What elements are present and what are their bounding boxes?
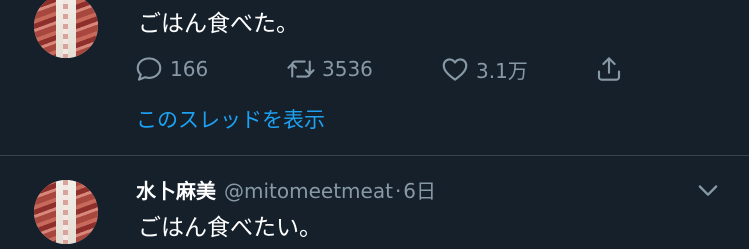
retweet-count: 3536	[322, 57, 373, 81]
separator-dot: ·	[394, 179, 402, 203]
timeline: ごはん食べた。 166 3536 3.1万 このスレッドを表示 水卜麻美 @mi…	[0, 0, 749, 249]
reply-icon	[136, 57, 162, 81]
like-count: 3.1万	[476, 58, 528, 83]
chevron-down-icon[interactable]	[694, 176, 722, 204]
reply-count: 166	[170, 57, 209, 81]
share-icon	[597, 57, 621, 81]
like-button[interactable]: 3.1万	[440, 52, 528, 86]
avatar[interactable]	[34, 180, 98, 244]
show-thread-link[interactable]: このスレッドを表示	[136, 104, 325, 134]
like-icon	[442, 58, 468, 81]
timestamp[interactable]: 6日	[403, 175, 436, 204]
tweet-text: ごはん食べたい。	[138, 215, 322, 241]
divider	[0, 155, 749, 156]
retweet-button[interactable]: 3536	[286, 52, 373, 86]
tweet-header: 水卜麻美 @mitomeetmeat · 6日	[136, 175, 436, 205]
reply-button[interactable]: 166	[134, 52, 208, 86]
share-button[interactable]	[594, 52, 624, 86]
tweet-text: ごはん食べた。	[138, 11, 299, 37]
avatar[interactable]	[34, 0, 98, 58]
user-handle[interactable]: @mitomeetmeat	[224, 179, 393, 203]
display-name[interactable]: 水卜麻美	[136, 175, 216, 204]
retweet-icon	[287, 60, 315, 78]
